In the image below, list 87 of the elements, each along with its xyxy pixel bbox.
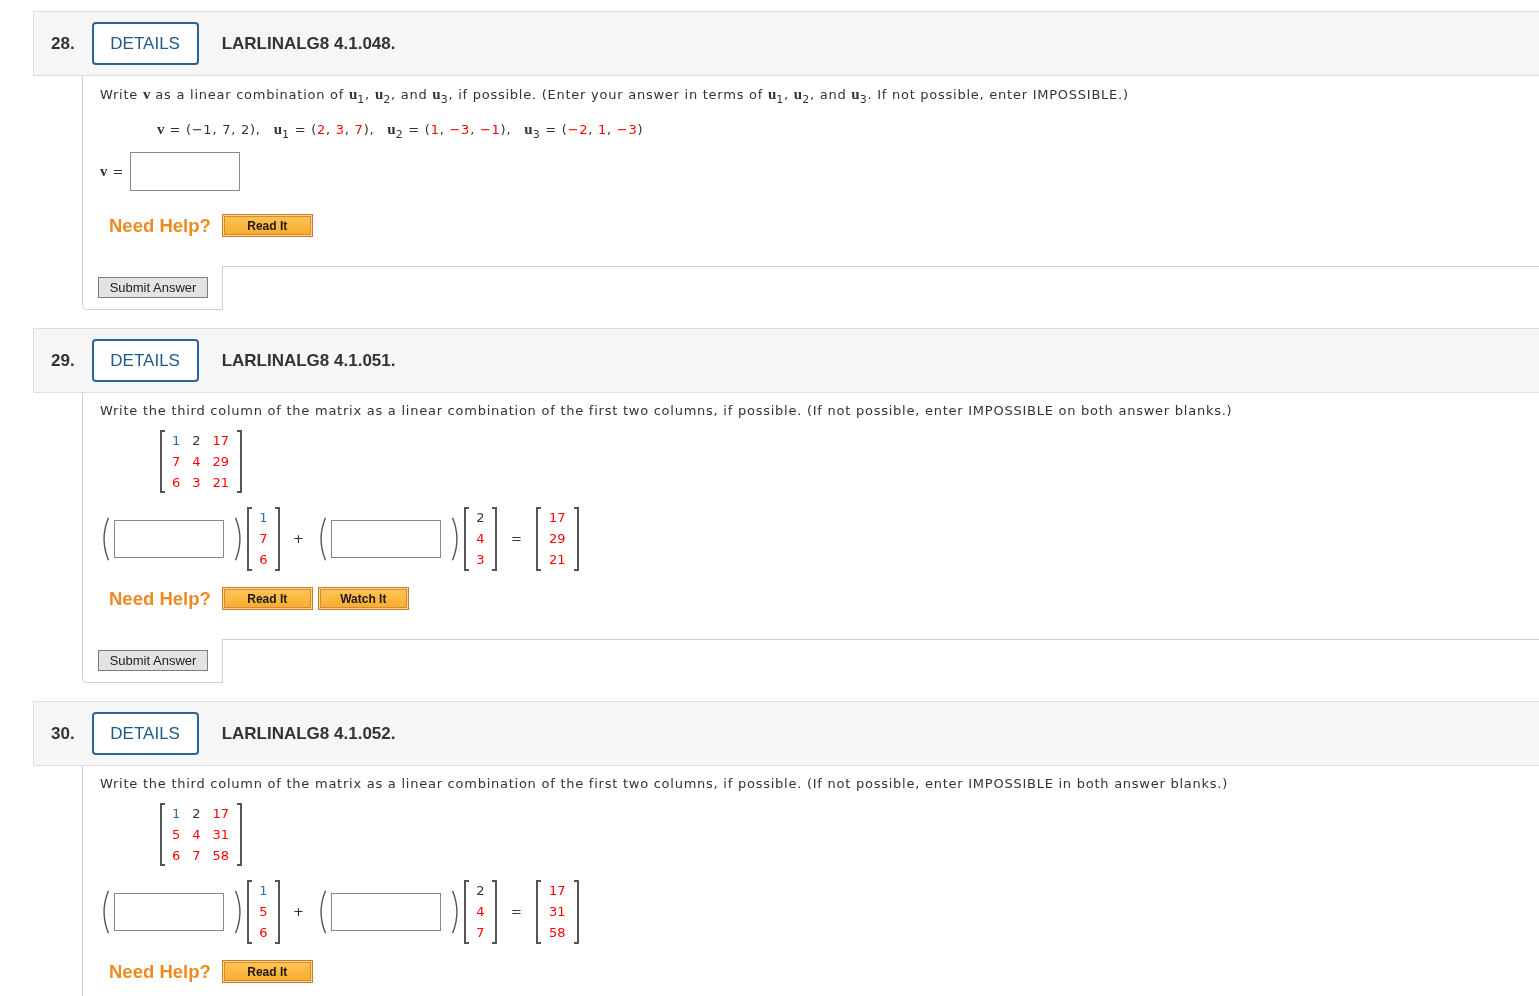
coefficient-field[interactable] [330,893,441,931]
vector-entry: 2 [476,508,485,527]
submit-answer-button[interactable]: Submit Answer [98,277,208,298]
vector-entry: 4 [476,530,485,548]
question-number: 30. [51,723,75,744]
details-button[interactable]: DETAILS [91,712,199,755]
question-prompt: Write the third column of the matrix as a linear combination of the first two columns, if possible. (If not possible, enter IMPOSSIBLE on both answer blanks.) [100,402,1234,420]
matrix-entry: 1 [172,432,181,450]
help-button[interactable]: Read It [221,214,313,237]
vector-definition: v = (−1, 7, 2), [157,122,261,137]
matrix-entry: 7 [192,847,201,865]
matrix-entry: 4 [192,826,201,844]
answer-label: v = [100,163,125,180]
problem-code: LARLINALG8 4.1.052. [221,723,396,744]
vector-entry: 17 [549,508,566,527]
vector-entry: 31 [549,903,566,921]
help-button[interactable]: Read It [221,960,313,983]
vector-entry: 5 [259,903,268,921]
matrix-entry: 31 [212,826,230,844]
vector-definition: u$_{2}$ = (1, −3, −1), [387,122,512,137]
details-button[interactable]: DETAILS [91,22,199,65]
bracket-icon [247,507,252,571]
bracket-icon [160,803,165,866]
coefficient-field[interactable] [114,893,224,931]
need-help-label: Need Help? [109,960,211,983]
matrix-entry: 17 [212,432,230,450]
bracket-icon [160,430,165,493]
matrix-entry: 5 [172,826,181,844]
bracket-icon [275,880,280,944]
need-help-label: Need Help? [109,587,211,610]
bracket-icon [535,507,541,571]
submit-answer-button[interactable]: Submit Answer [98,650,208,671]
bracket-icon [463,880,469,944]
question-prompt: Write v as a linear combination of u$_{1}$, u$_{2}$, and u$_{3}$, if possible. (Enter your answer in terms of u$_{1}$, u$_{2}$, and u$_{3}$. If not possible, enter IMPOSSIBLE.) [100,85,1130,104]
bracket-icon [535,880,541,944]
bracket-icon [573,880,579,944]
equals-sign: = [510,530,522,548]
bracket-icon [247,880,252,944]
bracket-icon [237,430,243,493]
equals-sign: = [510,903,522,921]
matrix-entry: 6 [172,847,181,865]
help-button[interactable]: Read It [221,587,313,610]
vector-entry: 1 [259,508,268,527]
vector-definition: u$_{3}$ = (−2, 1, −3) [524,122,644,137]
help-button[interactable]: Watch It [317,587,409,610]
matrix-entry: 4 [192,453,201,471]
coefficient-field[interactable] [330,520,441,558]
bracket-icon [463,507,469,571]
answer-field[interactable] [130,152,241,191]
vector-entry: 17 [549,881,566,900]
vector-entry: 4 [476,903,485,921]
plus-sign: + [293,530,304,548]
matrix-entry: 1 [172,805,181,823]
bracket-icon [491,880,497,944]
matrix-entry: 7 [172,453,181,471]
matrix-entry: 21 [212,474,230,492]
vector-entry: 3 [476,551,485,570]
details-button[interactable]: DETAILS [91,339,199,382]
vector-entry: 1 [259,881,268,900]
matrix-entry: 2 [192,805,201,823]
question-number: 28. [51,33,75,54]
vector-entry: 29 [549,530,566,548]
bracket-icon [573,507,579,571]
vector-entry: 58 [549,924,566,943]
problem-code: LARLINALG8 4.1.048. [221,33,396,54]
question-prompt: Write the third column of the matrix as a linear combination of the first two columns, if possible. (If not possible, enter IMPOSSIBLE in both answer blanks.) [100,775,1230,793]
bracket-icon [491,507,497,571]
matrix-entry: 58 [212,847,230,865]
vector-entry: 21 [549,551,566,570]
matrix-entry: 29 [212,453,230,471]
vector-definition: u$_{1}$ = (2, 3, 7), [273,122,375,137]
question-number: 29. [51,350,75,371]
plus-sign: + [293,903,304,921]
vector-entry: 7 [476,924,485,943]
vector-entry: 6 [259,551,268,570]
bracket-icon [237,803,243,866]
problem-code: LARLINALG8 4.1.051. [221,350,396,371]
matrix-entry: 6 [172,474,181,492]
vector-entry: 2 [476,881,485,900]
matrix-entry: 2 [192,432,201,450]
vector-entry: 7 [259,530,268,548]
vector-entry: 6 [259,924,268,943]
matrix-entry: 17 [212,805,230,823]
need-help-label: Need Help? [109,214,211,237]
matrix-entry: 3 [192,474,201,492]
bracket-icon [275,507,280,571]
coefficient-field[interactable] [114,520,224,558]
